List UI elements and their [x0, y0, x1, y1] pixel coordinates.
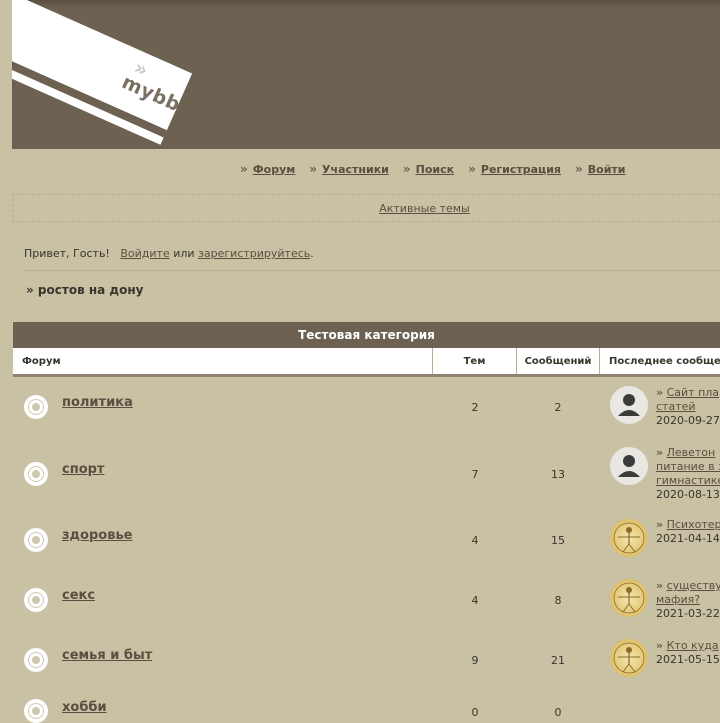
posts-count: 0 — [554, 706, 562, 719]
user-silhouette-icon — [610, 447, 648, 485]
welcome-message: Привет, Гость! Войдите или зарегистрируй… — [24, 247, 314, 260]
last-post-info: » Кто куда 2021-05-15 — [656, 639, 720, 667]
double-chevron-icon: » — [656, 518, 664, 531]
nav-item-label[interactable]: Участники — [322, 163, 389, 176]
last-post-date: 2020-09-27 — [656, 414, 720, 427]
active-topics-link[interactable]: Активные темы — [379, 202, 470, 215]
main-nav: » Форум » Участники » Поиск » Регистраци… — [240, 160, 639, 178]
last-post-link-cont[interactable]: гимнастике — [656, 474, 720, 487]
topics-count: 4 — [471, 594, 479, 607]
last-post-date: 2021-05-15 — [656, 653, 720, 666]
last-post-info: » Леветон питание в з гимнастике 2020-08… — [656, 446, 720, 502]
double-chevron-icon: » — [309, 162, 318, 176]
forum-status-icon — [24, 395, 48, 419]
forum-name-link[interactable]: секс — [62, 588, 95, 603]
double-chevron-icon: » — [240, 162, 248, 176]
forum-status-icon — [24, 648, 48, 672]
last-post-link-cont[interactable]: мафия? — [656, 593, 700, 606]
divider — [24, 270, 720, 271]
double-chevron-icon: » — [574, 162, 583, 176]
avatar[interactable] — [610, 519, 648, 557]
double-chevron-icon: » — [402, 162, 411, 176]
period-text: . — [310, 247, 314, 260]
last-post-link-cont[interactable]: питание в з — [656, 460, 720, 473]
nav-item-login[interactable]: » Войти — [575, 160, 626, 178]
nav-item-forum[interactable]: » Форум — [240, 160, 295, 178]
nav-item-label[interactable]: Войти — [588, 163, 626, 176]
last-post-date: 2021-04-14 — [656, 532, 720, 545]
forum-status-icon — [24, 588, 48, 612]
login-link[interactable]: Войдите — [120, 247, 169, 260]
topics-count: 7 — [471, 468, 479, 481]
last-post-info: » Психотер 2021-04-14 — [656, 518, 720, 546]
topics-count: 2 — [471, 401, 479, 414]
nav-item-label[interactable]: Форум — [253, 163, 296, 176]
posts-count: 13 — [551, 468, 565, 481]
or-text: или — [173, 247, 195, 260]
column-header-topics: Тем — [433, 348, 517, 374]
greeting-text: Привет, Гость! — [24, 247, 110, 260]
double-chevron-icon: » — [656, 579, 664, 592]
last-post-link[interactable]: Психотер — [667, 518, 720, 531]
forum-row: семья и быт 9 21 » Кто куда 2021-05-15 — [13, 628, 720, 690]
forum-row: секс 4 8 » существу мафия? 2021-03-22 — [13, 572, 720, 628]
forum-status-icon — [24, 528, 48, 552]
last-post-date: 2020-08-13 — [656, 488, 720, 501]
topics-count: 9 — [471, 654, 479, 667]
double-chevron-icon: » — [468, 162, 476, 176]
avatar[interactable] — [610, 386, 648, 424]
forum-row: хобби 0 0 — [13, 690, 720, 723]
forum-name-link[interactable]: хобби — [62, 700, 107, 715]
column-headers: Форум Тем Сообщений Последнее сообщение — [13, 348, 720, 377]
nav-item-users[interactable]: » Участники — [309, 160, 389, 178]
last-post-link-cont[interactable]: статей — [656, 400, 696, 413]
register-link[interactable]: зарегистрируйтесь — [198, 247, 310, 260]
category-title[interactable]: Тестовая категория — [298, 328, 435, 342]
column-header-forum: Форум — [13, 348, 433, 374]
forum-name-link[interactable]: спорт — [62, 462, 104, 477]
nav-item-search[interactable]: » Поиск — [403, 160, 454, 178]
active-topics-bar: Активные темы — [12, 194, 720, 222]
last-post-date: 2021-03-22 — [656, 607, 720, 620]
forum-row: спорт 7 13 » Леветон питание в з гимнаст… — [13, 442, 720, 508]
forum-name-link[interactable]: семья и быт — [62, 648, 152, 663]
posts-count: 21 — [551, 654, 565, 667]
double-chevron-icon: » — [656, 639, 664, 652]
vitruvian-man-icon — [613, 522, 645, 554]
announcement: » ростов на дону — [26, 283, 144, 297]
double-chevron-icon: » — [656, 386, 664, 399]
category-header: Тестовая категория — [13, 322, 720, 348]
last-post-link[interactable]: Сайт пла — [667, 386, 719, 399]
avatar[interactable] — [610, 447, 648, 485]
topics-count: 0 — [471, 706, 479, 719]
forum-status-icon — [24, 462, 48, 486]
vitruvian-man-icon — [613, 642, 645, 674]
forum-name-link[interactable]: политика — [62, 395, 133, 410]
column-header-posts: Сообщений — [517, 348, 600, 374]
nav-item-label[interactable]: Поиск — [416, 163, 454, 176]
vitruvian-man-icon — [613, 582, 645, 614]
site-header: » mybb — [12, 0, 720, 149]
forum-row: политика 2 2 » Сайт пла статей 2020-09-2… — [13, 378, 720, 442]
avatar[interactable] — [610, 579, 648, 617]
user-silhouette-icon — [610, 386, 648, 424]
last-post-link[interactable]: существу — [667, 579, 720, 592]
forum-status-icon — [24, 699, 48, 723]
last-post-info: » Сайт пла статей 2020-09-27 — [656, 386, 720, 428]
forum-name-link[interactable]: здоровье — [62, 528, 132, 543]
last-post-info: » существу мафия? 2021-03-22 — [656, 579, 720, 621]
nav-item-label[interactable]: Регистрация — [481, 163, 561, 176]
double-chevron-icon: » — [656, 446, 664, 459]
last-post-link[interactable]: Кто куда — [667, 639, 719, 652]
logo[interactable]: » mybb — [12, 0, 193, 149]
nav-item-register[interactable]: » Регистрация — [468, 160, 561, 178]
posts-count: 15 — [551, 534, 565, 547]
column-header-last-post: Последнее сообщение — [609, 355, 720, 367]
last-post-link[interactable]: Леветон — [667, 446, 716, 459]
forum-row: здоровье 4 15 » Психотер 2021-04-14 — [13, 508, 720, 572]
posts-count: 2 — [554, 401, 562, 414]
avatar[interactable] — [610, 639, 648, 677]
topics-count: 4 — [471, 534, 479, 547]
posts-count: 8 — [554, 594, 562, 607]
